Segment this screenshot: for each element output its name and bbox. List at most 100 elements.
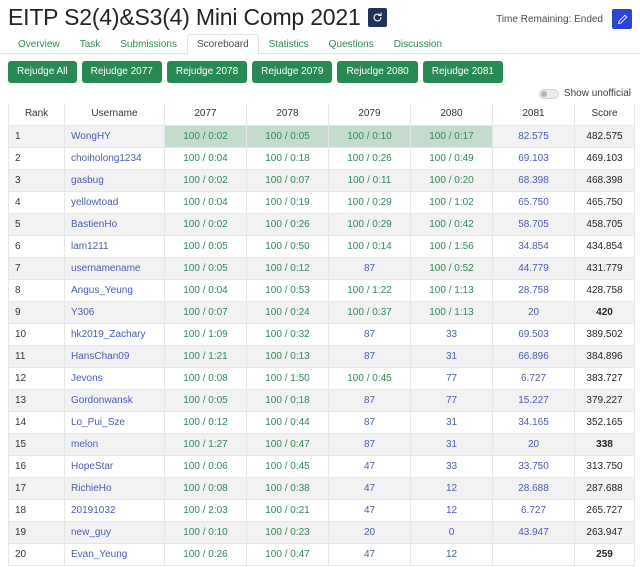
cell-problem-2078[interactable]: 100 / 0:45 xyxy=(246,454,329,478)
cell-username[interactable]: WongHY xyxy=(64,124,165,148)
cell-problem-2078[interactable]: 100 / 0:38 xyxy=(246,476,329,500)
cell-problem-2081[interactable]: 68.398 xyxy=(492,168,575,192)
cell-problem-2081[interactable]: 58.705 xyxy=(492,212,575,236)
username-link[interactable]: lam1211 xyxy=(71,241,109,252)
cell-problem-2080[interactable]: 100 / 0:17 xyxy=(410,124,493,148)
cell-problem-2078[interactable]: 100 / 0:32 xyxy=(246,322,329,346)
cell-problem-2080[interactable]: 100 / 1:13 xyxy=(410,278,493,302)
cell-problem-2078[interactable]: 100 / 0:05 xyxy=(246,124,329,148)
username-link[interactable]: Evan_Yeung xyxy=(71,549,127,560)
cell-problem-2079[interactable]: 100 / 0:29 xyxy=(328,190,411,214)
cell-problem-2077[interactable]: 100 / 0:06 xyxy=(164,454,247,478)
username-link[interactable]: WongHY xyxy=(71,131,111,142)
rejudge-2078-button[interactable]: Rejudge 2078 xyxy=(166,61,248,83)
cell-problem-2078[interactable]: 100 / 0:21 xyxy=(246,498,329,522)
cell-problem-2077[interactable]: 100 / 0:12 xyxy=(164,410,247,434)
tab-discussion[interactable]: Discussion xyxy=(384,34,452,54)
cell-username[interactable]: melon xyxy=(64,432,165,456)
cell-problem-2080[interactable]: 100 / 0:42 xyxy=(410,212,493,236)
cell-problem-2078[interactable]: 100 / 0:12 xyxy=(246,256,329,280)
username-link[interactable]: melon xyxy=(71,439,98,450)
cell-problem-2080[interactable]: 31 xyxy=(410,410,493,434)
cell-problem-2080[interactable]: 33 xyxy=(410,322,493,346)
cell-problem-2081[interactable]: 34.854 xyxy=(492,234,575,258)
cell-problem-2078[interactable]: 100 / 1:50 xyxy=(246,366,329,390)
cell-problem-2080[interactable]: 31 xyxy=(410,344,493,368)
cell-problem-2079[interactable]: 87 xyxy=(328,344,411,368)
cell-problem-2080[interactable]: 77 xyxy=(410,388,493,412)
cell-problem-2077[interactable]: 100 / 0:04 xyxy=(164,190,247,214)
username-link[interactable]: Y306 xyxy=(71,307,94,318)
username-link[interactable]: HansChan09 xyxy=(71,351,129,362)
cell-username[interactable]: Evan_Yeung xyxy=(64,542,165,566)
cell-problem-2081[interactable]: 15.227 xyxy=(492,388,575,412)
cell-problem-2078[interactable]: 100 / 0:53 xyxy=(246,278,329,302)
cell-problem-2078[interactable]: 100 / 0:47 xyxy=(246,542,329,566)
username-link[interactable]: Angus_Yeung xyxy=(71,285,133,296)
cell-problem-2079[interactable]: 47 xyxy=(328,542,411,566)
cell-username[interactable]: BastienHo xyxy=(64,212,165,236)
cell-username[interactable]: yellowtoad xyxy=(64,190,165,214)
cell-problem-2079[interactable]: 100 / 0:37 xyxy=(328,300,411,324)
username-link[interactable]: gasbug xyxy=(71,175,104,186)
cell-problem-2077[interactable]: 100 / 0:04 xyxy=(164,278,247,302)
username-link[interactable]: HopeStar xyxy=(71,461,113,472)
cell-problem-2079[interactable]: 100 / 0:29 xyxy=(328,212,411,236)
cell-problem-2078[interactable]: 100 / 0:23 xyxy=(246,520,329,544)
cell-problem-2077[interactable]: 100 / 0:02 xyxy=(164,124,247,148)
cell-problem-2081[interactable]: 69.503 xyxy=(492,322,575,346)
cell-username[interactable]: Angus_Yeung xyxy=(64,278,165,302)
cell-problem-2079[interactable]: 100 / 0:10 xyxy=(328,124,411,148)
tab-task[interactable]: Task xyxy=(70,34,111,54)
cell-username[interactable]: lam1211 xyxy=(64,234,165,258)
cell-problem-2079[interactable]: 100 / 0:11 xyxy=(328,168,411,192)
cell-problem-2079[interactable]: 47 xyxy=(328,498,411,522)
cell-problem-2077[interactable]: 100 / 0:08 xyxy=(164,476,247,500)
cell-username[interactable]: Lo_Pui_Sze xyxy=(64,410,165,434)
cell-problem-2081[interactable]: 33.750 xyxy=(492,454,575,478)
cell-problem-2079[interactable]: 87 xyxy=(328,410,411,434)
rejudge-2080-button[interactable]: Rejudge 2080 xyxy=(337,61,418,83)
cell-problem-2079[interactable]: 20 xyxy=(328,520,411,544)
cell-problem-2079[interactable]: 100 / 0:45 xyxy=(328,366,411,390)
column-header-2080[interactable]: 2080 xyxy=(410,103,493,126)
cell-problem-2081[interactable]: 6.727 xyxy=(492,366,575,390)
cell-username[interactable]: choiholong1234 xyxy=(64,146,165,170)
cell-username[interactable]: HopeStar xyxy=(64,454,165,478)
username-link[interactable]: Lo_Pui_Sze xyxy=(71,417,125,428)
column-header-2081[interactable]: 2081 xyxy=(492,103,575,126)
column-header-2078[interactable]: 2078 xyxy=(246,103,329,126)
cell-problem-2080[interactable]: 100 / 0:20 xyxy=(410,168,493,192)
username-link[interactable]: choiholong1234 xyxy=(71,153,142,164)
username-link[interactable]: yellowtoad xyxy=(71,197,118,208)
cell-problem-2080[interactable]: 0 xyxy=(410,520,493,544)
cell-problem-2081[interactable]: 20 xyxy=(492,300,575,324)
cell-username[interactable]: hk2019_Zachary xyxy=(64,322,165,346)
cell-problem-2078[interactable]: 100 / 0:18 xyxy=(246,388,329,412)
cell-problem-2080[interactable]: 100 / 0:52 xyxy=(410,256,493,280)
cell-problem-2081[interactable]: 69.103 xyxy=(492,146,575,170)
cell-problem-2080[interactable]: 77 xyxy=(410,366,493,390)
tab-scoreboard[interactable]: Scoreboard xyxy=(186,34,259,54)
username-link[interactable]: BastienHo xyxy=(71,219,117,230)
tab-questions[interactable]: Questions xyxy=(319,34,384,54)
cell-username[interactable]: Jevons xyxy=(64,366,165,390)
cell-problem-2081[interactable]: 66.896 xyxy=(492,344,575,368)
cell-username[interactable]: usernamename xyxy=(64,256,165,280)
cell-problem-2077[interactable]: 100 / 2:03 xyxy=(164,498,247,522)
cell-problem-2078[interactable]: 100 / 0:44 xyxy=(246,410,329,434)
cell-problem-2079[interactable]: 100 / 0:26 xyxy=(328,146,411,170)
cell-problem-2080[interactable]: 31 xyxy=(410,432,493,456)
cell-problem-2081[interactable]: 82.575 xyxy=(492,124,575,148)
username-link[interactable]: RichieHo xyxy=(71,483,112,494)
column-header-2077[interactable]: 2077 xyxy=(164,103,247,126)
tab-statistics[interactable]: Statistics xyxy=(259,34,319,54)
cell-problem-2080[interactable]: 100 / 1:02 xyxy=(410,190,493,214)
cell-problem-2080[interactable]: 12 xyxy=(410,498,493,522)
column-header-username[interactable]: Username xyxy=(64,103,165,126)
cell-problem-2080[interactable]: 100 / 0:49 xyxy=(410,146,493,170)
cell-problem-2078[interactable]: 100 / 0:50 xyxy=(246,234,329,258)
cell-problem-2080[interactable]: 12 xyxy=(410,476,493,500)
column-header-rank[interactable]: Rank xyxy=(8,103,65,126)
cell-problem-2077[interactable]: 100 / 0:26 xyxy=(164,542,247,566)
